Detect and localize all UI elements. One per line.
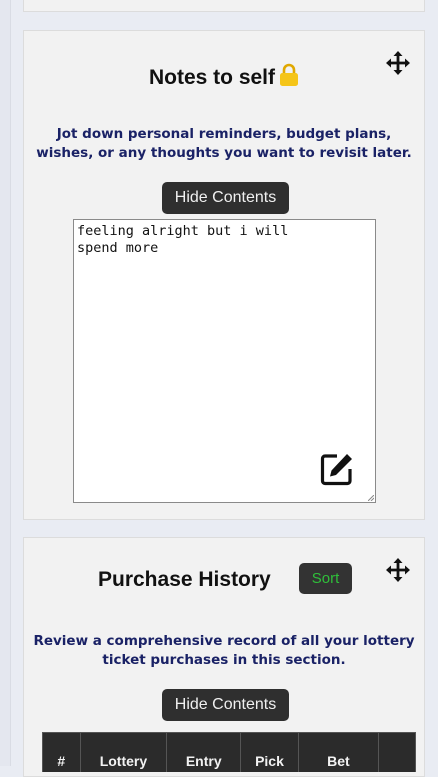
table-header-row: # Lottery Entry Pick Bet — [42, 732, 416, 772]
notes-description: Jot down personal reminders, budget plan… — [36, 126, 412, 161]
purchase-history-table-wrap: # Lottery Entry Pick Bet — [42, 732, 416, 772]
notes-title-text: Notes to self — [148, 66, 276, 89]
column-header-bet[interactable]: Bet — [297, 732, 380, 772]
textarea-resize-grip[interactable] — [368, 495, 374, 501]
edit-pen-icon[interactable] — [319, 451, 355, 487]
lock-icon — [280, 63, 299, 86]
purchase-history-title: Purchase History — [98, 568, 271, 591]
purchase-history-card: Purchase History Sort Review a comprehen… — [23, 537, 425, 777]
column-header-entry[interactable]: Entry — [166, 732, 242, 772]
column-header-index[interactable]: # — [42, 732, 81, 772]
column-header-lottery[interactable]: Lottery — [79, 732, 168, 772]
history-hide-contents-button[interactable]: Hide Contents — [162, 689, 289, 721]
notes-title: Notes to self — [24, 63, 424, 90]
purchase-history-description: Review a comprehensive record of all you… — [33, 633, 415, 668]
notes-card: Notes to self Jot down personal reminder… — [23, 30, 425, 520]
notes-hide-contents-button[interactable]: Hide Contents — [162, 182, 289, 214]
previous-card-bottom — [23, 0, 425, 12]
column-header-more[interactable] — [378, 732, 416, 772]
page-left-rail — [0, 0, 11, 766]
purchase-history-table: # Lottery Entry Pick Bet — [42, 732, 416, 772]
move-arrows-icon[interactable] — [385, 557, 411, 583]
column-header-pick[interactable]: Pick — [240, 732, 299, 772]
sort-button[interactable]: Sort — [299, 563, 352, 594]
